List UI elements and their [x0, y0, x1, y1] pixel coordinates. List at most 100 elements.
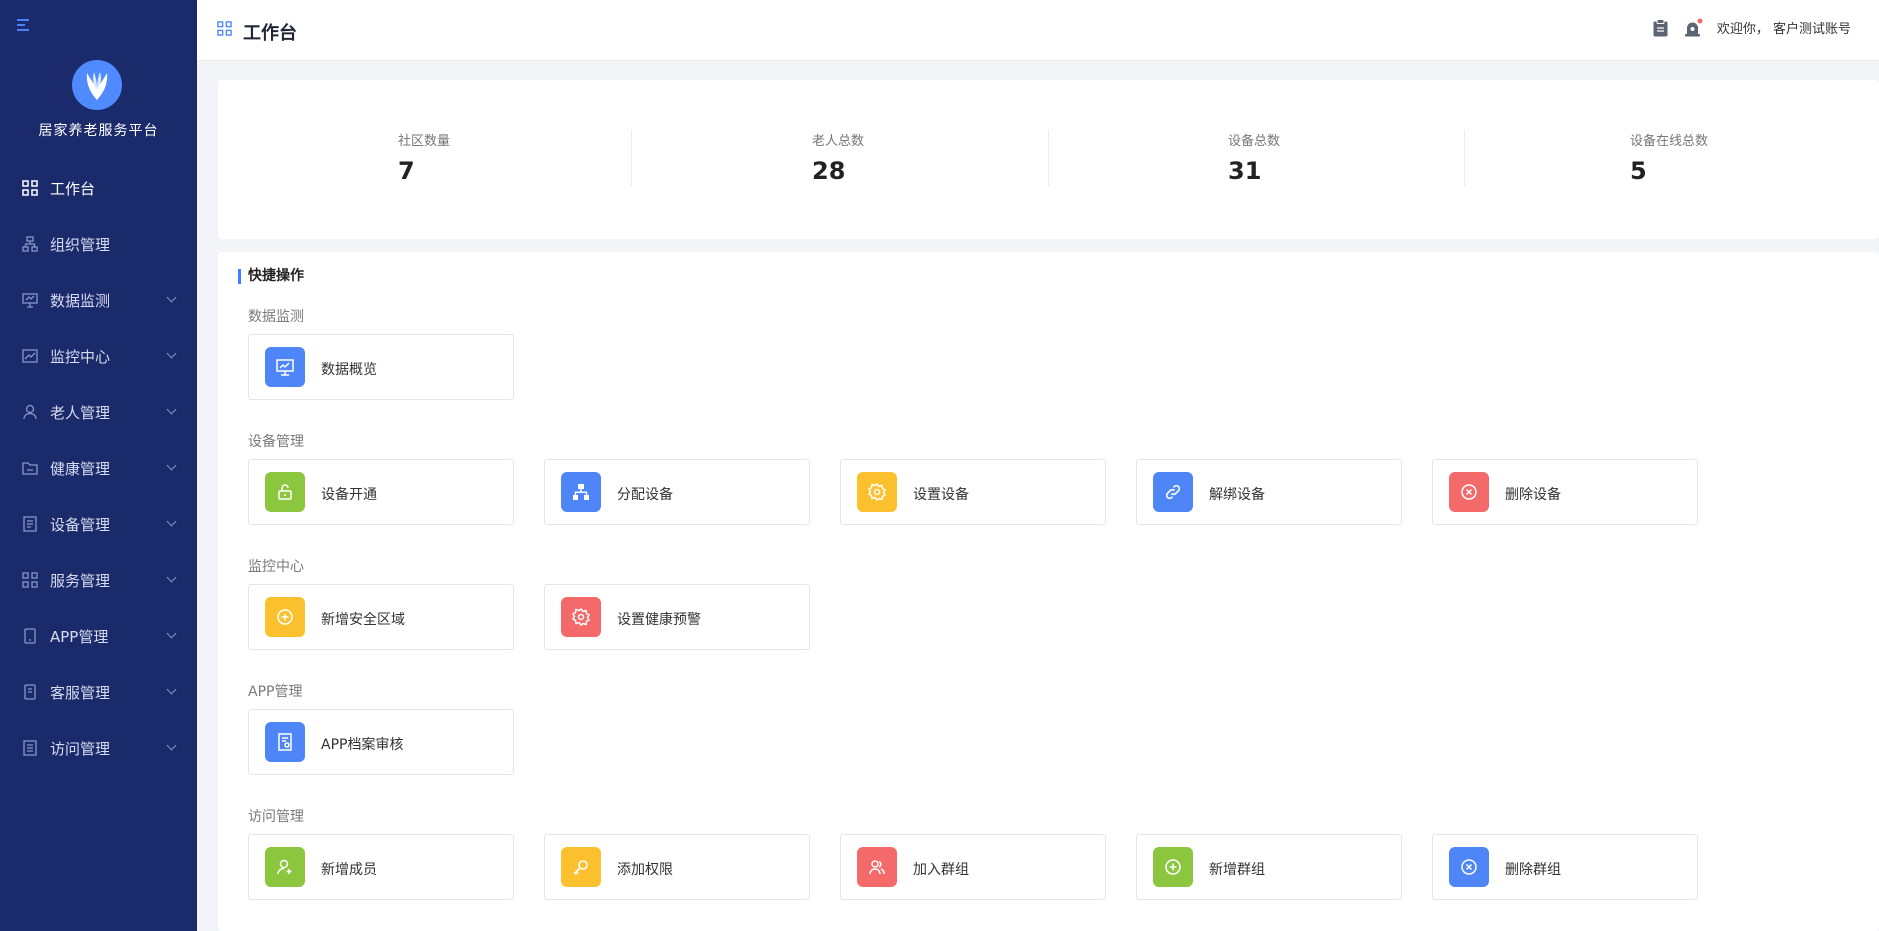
stat-device-count: 设备总数 31	[1228, 130, 1280, 185]
divider	[1464, 130, 1465, 186]
monitor-icon	[265, 347, 305, 387]
group-title: 监控中心	[248, 559, 304, 575]
plus-circle-icon	[265, 597, 305, 637]
sidebar: 居家养老服务平台 工作台 组织管理 数据监测 监控中心 老人管理 健康管理 设备…	[0, 0, 197, 931]
action-label: 设置健康预警	[617, 612, 701, 628]
sidebar-item-service[interactable]: 服务管理	[0, 552, 197, 608]
quick-actions-panel: 快捷操作 数据监测 数据概览 设备管理 设备开通 分配设备 设置设备 解绑设备	[218, 252, 1879, 931]
action-device-settings[interactable]: 设置设备	[840, 459, 1106, 525]
action-label: 加入群组	[913, 862, 969, 878]
sidebar-item-elderly[interactable]: 老人管理	[0, 384, 197, 440]
sidebar-item-label: 监控中心	[50, 347, 111, 366]
top-header: 工作台 欢迎你， 客户测试账号	[197, 0, 1879, 61]
sidebar-item-workbench[interactable]: 工作台	[0, 160, 197, 216]
action-add-permission[interactable]: 添加权限	[544, 834, 810, 900]
action-delete-group[interactable]: 删除群组	[1432, 834, 1698, 900]
user-icon	[23, 404, 37, 420]
stat-label: 设备总数	[1228, 134, 1281, 149]
action-label: 数据概览	[321, 362, 377, 378]
gear-icon	[857, 472, 897, 512]
group-title: 数据监测	[248, 309, 304, 325]
action-data-overview[interactable]: 数据概览	[248, 334, 514, 400]
sidebar-item-access[interactable]: 访问管理	[0, 720, 197, 776]
sidebar-item-label: 服务管理	[50, 571, 111, 590]
clipboard-icon[interactable]	[1652, 18, 1669, 37]
stat-label: 设备在线总数	[1630, 134, 1709, 149]
divider	[1048, 130, 1049, 186]
sidebar-item-health[interactable]: 健康管理	[0, 440, 197, 496]
grid-icon	[217, 21, 232, 36]
stats-panel: 社区数量 7 老人总数 28 设备总数 31 设备在线总数 5	[218, 80, 1879, 239]
stat-label: 老人总数	[812, 134, 865, 149]
unlock-icon	[265, 472, 305, 512]
stat-value: 7	[398, 157, 415, 185]
sidebar-item-data-monitor[interactable]: 数据监测	[0, 272, 197, 328]
action-device-delete[interactable]: 删除设备	[1432, 459, 1698, 525]
sidebar-item-label: 组织管理	[50, 235, 111, 254]
welcome-text[interactable]: 欢迎你， 客户测试账号	[1717, 18, 1851, 37]
mobile-icon	[24, 628, 36, 644]
group-title: 访问管理	[248, 809, 304, 825]
group-title: APP管理	[248, 684, 303, 700]
action-label: 解绑设备	[1209, 487, 1265, 503]
chart-icon	[22, 349, 38, 363]
apps-icon	[22, 572, 38, 588]
action-label: 新增群组	[1209, 862, 1265, 878]
list-icon	[23, 740, 37, 756]
sidebar-item-customer-service[interactable]: 客服管理	[0, 664, 197, 720]
key-icon	[561, 847, 601, 887]
divider	[631, 130, 632, 186]
action-add-member[interactable]: 新增成员	[248, 834, 514, 900]
sidebar-item-label: 客服管理	[50, 683, 111, 702]
app-logo-icon	[72, 60, 122, 110]
section-title: 快捷操作	[238, 269, 304, 284]
org-chart-icon	[22, 236, 38, 252]
action-device-assign[interactable]: 分配设备	[544, 459, 810, 525]
stat-label: 社区数量	[398, 134, 451, 149]
sidebar-item-label: APP管理	[50, 627, 109, 646]
sidebar-item-organization[interactable]: 组织管理	[0, 216, 197, 272]
action-health-alert-settings[interactable]: 设置健康预警	[544, 584, 810, 650]
document-icon	[265, 722, 305, 762]
stat-value: 5	[1630, 157, 1647, 185]
action-label: 删除群组	[1505, 862, 1561, 878]
action-label: 添加权限	[617, 862, 673, 878]
action-add-group[interactable]: 新增群组	[1136, 834, 1402, 900]
user-add-icon	[265, 847, 305, 887]
sidebar-item-label: 设备管理	[50, 515, 111, 534]
sidebar-item-device[interactable]: 设备管理	[0, 496, 197, 552]
sitemap-icon	[561, 472, 601, 512]
sidebar-item-label: 健康管理	[50, 459, 111, 478]
sidebar-item-app[interactable]: APP管理	[0, 608, 197, 664]
sidebar-item-label: 数据监测	[50, 291, 111, 310]
stat-elderly-count: 老人总数 28	[812, 130, 864, 185]
header-right: 欢迎你， 客户测试账号	[1652, 18, 1851, 37]
action-device-unbind[interactable]: 解绑设备	[1136, 459, 1402, 525]
action-label: 新增成员	[321, 862, 377, 878]
action-label: 设备开通	[321, 487, 377, 503]
stat-value: 31	[1228, 157, 1262, 185]
sidebar-nav: 工作台 组织管理 数据监测 监控中心 老人管理 健康管理 设备管理 服务管理 A…	[0, 160, 197, 776]
stat-value: 28	[812, 157, 846, 185]
action-device-activate[interactable]: 设备开通	[248, 459, 514, 525]
brand-name: 居家养老服务平台	[38, 123, 159, 139]
close-circle-icon	[1449, 847, 1489, 887]
grid-icon	[22, 180, 38, 196]
sidebar-item-label: 老人管理	[50, 403, 111, 422]
close-circle-icon	[1449, 472, 1489, 512]
alarm-icon[interactable]	[1683, 18, 1703, 37]
action-label: 设置设备	[913, 487, 969, 503]
action-add-safe-zone[interactable]: 新增安全区域	[248, 584, 514, 650]
menu-collapse-icon[interactable]	[17, 19, 33, 33]
action-label: 新增安全区域	[321, 612, 405, 628]
sidebar-item-label: 工作台	[50, 179, 96, 198]
sidebar-item-label: 访问管理	[50, 739, 111, 758]
action-label: 删除设备	[1505, 487, 1561, 503]
folder-icon	[22, 462, 38, 475]
action-join-group[interactable]: 加入群组	[840, 834, 1106, 900]
sidebar-item-monitor-center[interactable]: 监控中心	[0, 328, 197, 384]
action-app-profile-review[interactable]: APP档案审核	[248, 709, 514, 775]
stat-device-online-count: 设备在线总数 5	[1630, 130, 1708, 185]
monitor-icon	[22, 293, 38, 308]
stat-community-count: 社区数量 7	[398, 130, 450, 185]
